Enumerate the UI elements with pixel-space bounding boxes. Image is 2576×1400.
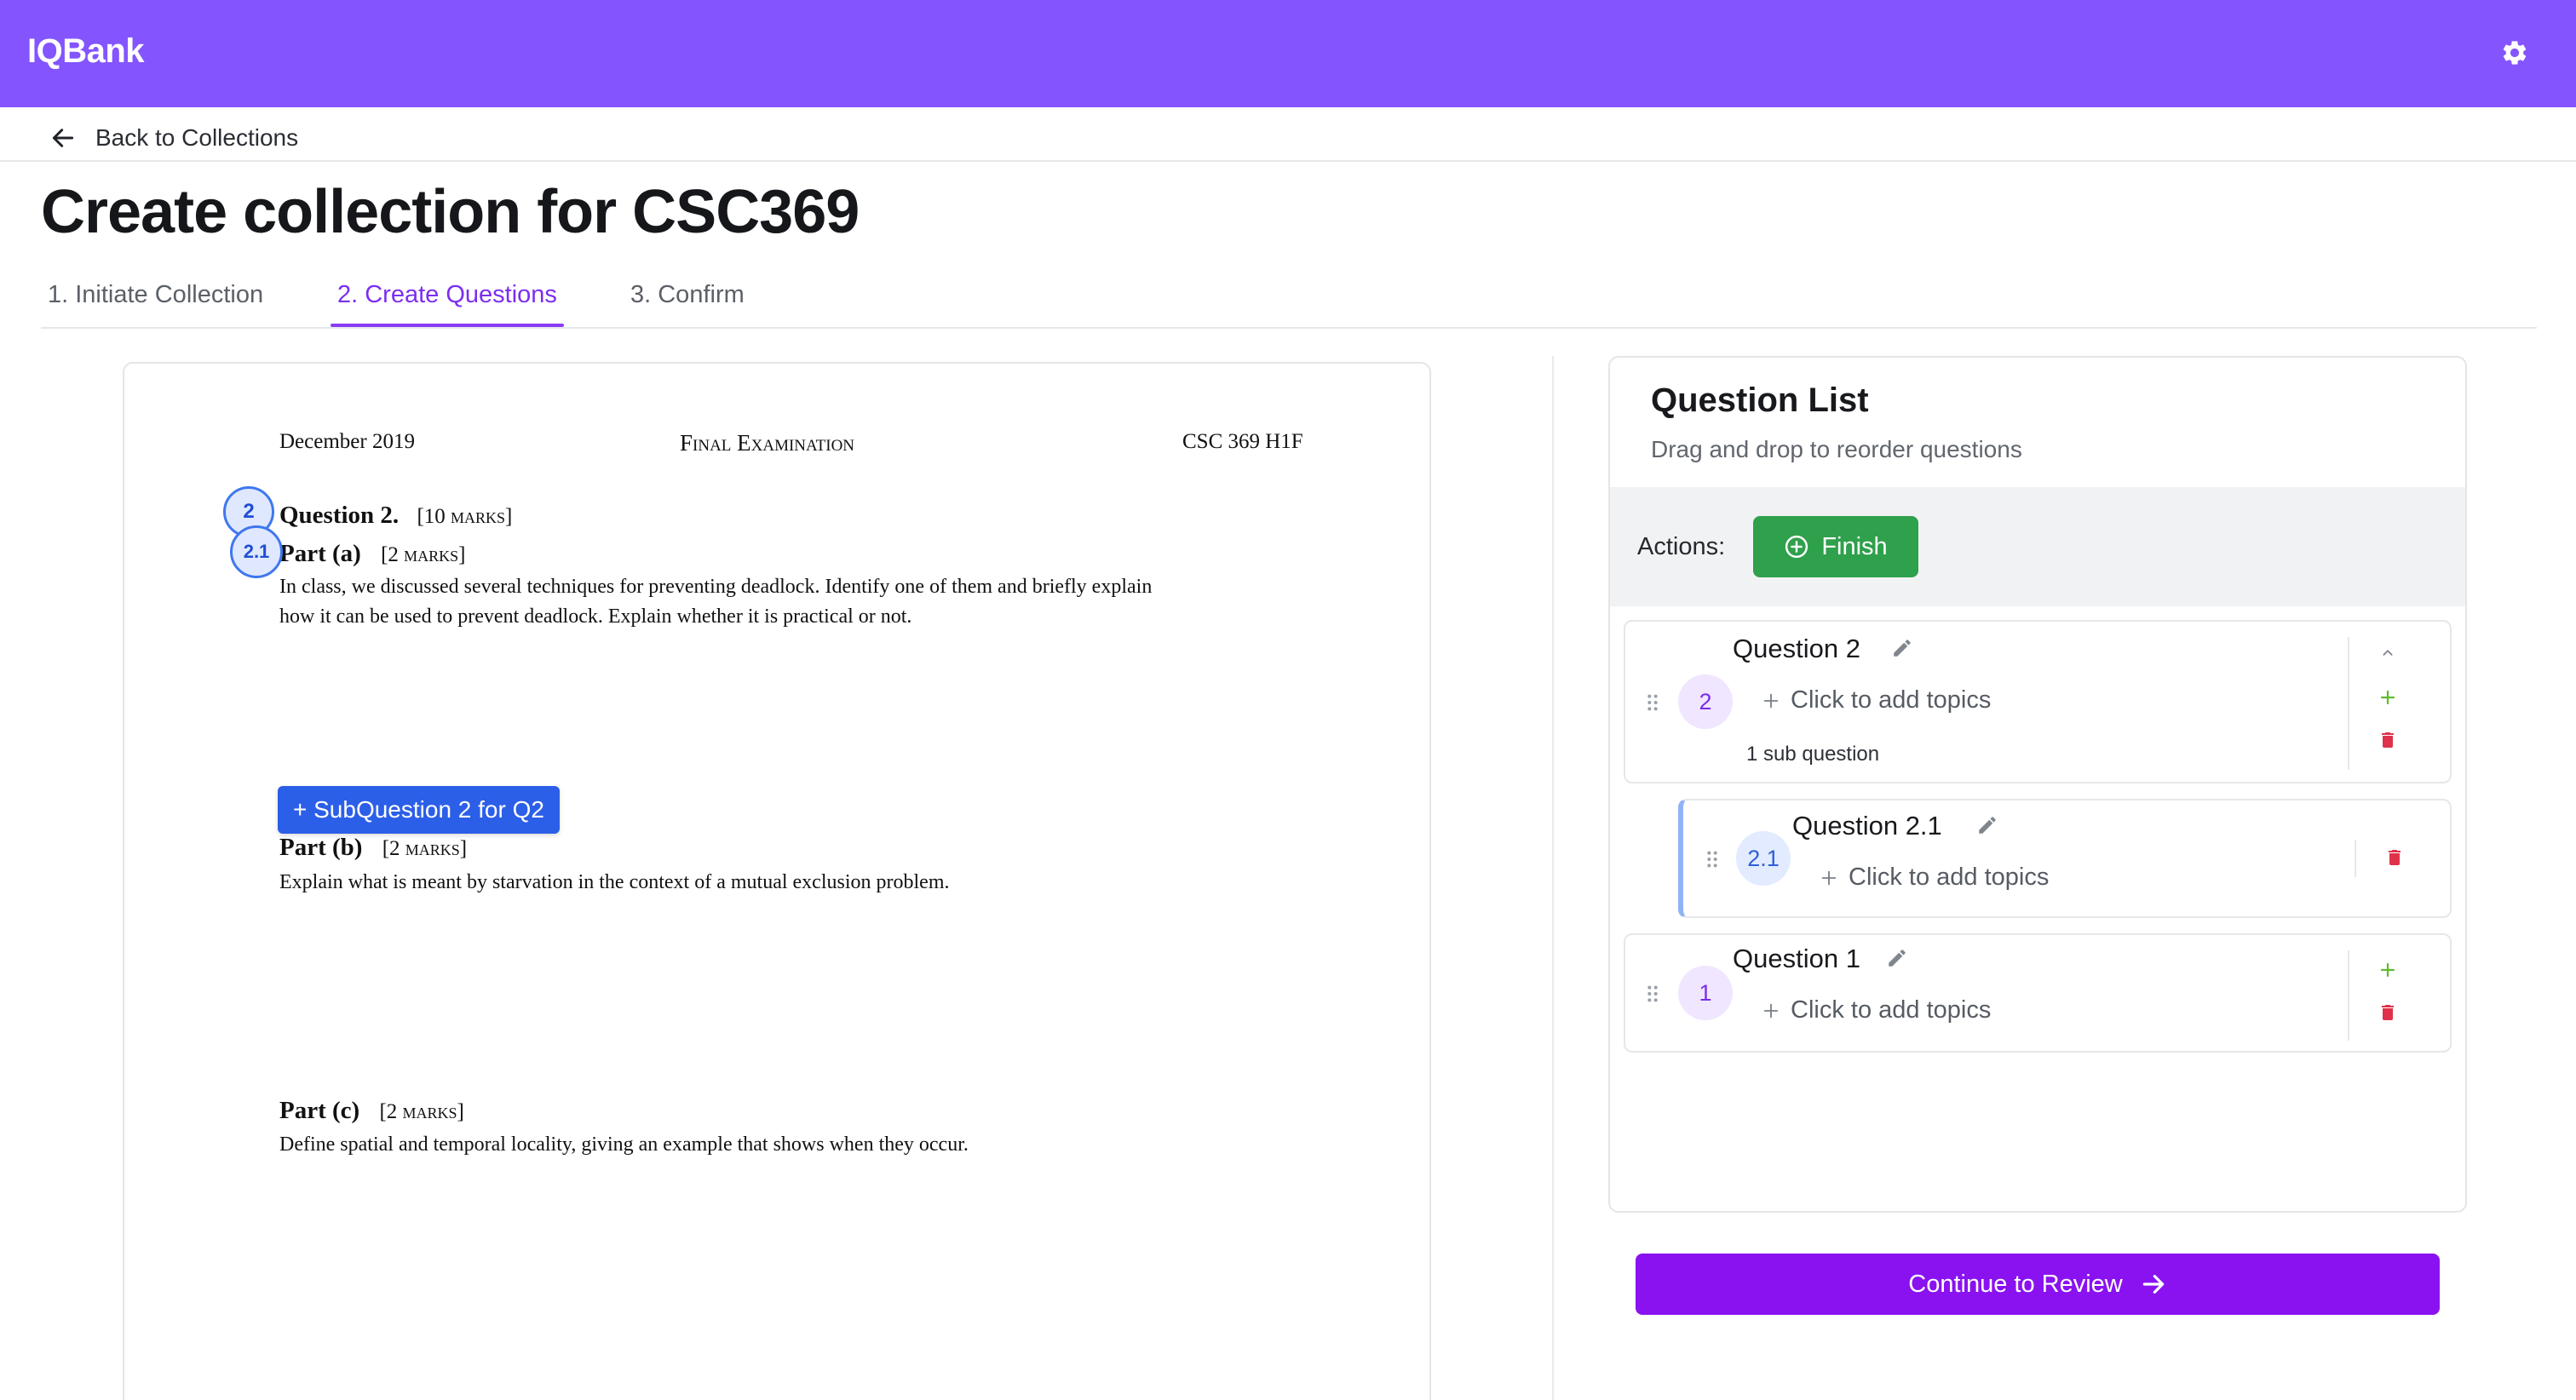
gear-icon (2503, 41, 2527, 65)
pencil-icon[interactable] (1976, 814, 1998, 836)
doc-part-a-text-line-2: how it can be used to prevent deadlock. … (279, 605, 912, 628)
header-divider (0, 160, 2576, 162)
card-divider (2348, 637, 2349, 770)
tabs-divider (41, 327, 2537, 329)
trash-icon (2389, 850, 2401, 865)
add-subquestion-icon-button[interactable] (2375, 685, 2401, 710)
question-list-subtitle: Drag and drop to reorder questions (1651, 436, 2022, 462)
question-card-2-1[interactable]: 2.1 Question 2.1 Click to add topics (1678, 799, 2452, 918)
question-2-1-marker[interactable]: 2.1 (230, 525, 283, 578)
doc-part-c-text: Define spatial and temporal locality, gi… (279, 1133, 969, 1156)
plus-icon (1763, 1003, 1779, 1018)
add-subquestion-icon-button[interactable] (2375, 957, 2401, 983)
doc-question-2-marks: [10 marks] (417, 505, 513, 528)
doc-part-c-heading: Part (c) [2 marks] (279, 1097, 464, 1125)
question-badge: 2.1 (1736, 831, 1791, 886)
delete-question-button[interactable] (2375, 1000, 2401, 1025)
arrow-right-icon (2142, 1275, 2165, 1294)
collapse-button[interactable] (2375, 640, 2401, 666)
plus-circle-icon (1785, 535, 1808, 559)
doc-question-2-title: Question 2. (279, 502, 400, 529)
step-tabs: 1. Initiate Collection 2. Create Questio… (41, 274, 2537, 327)
trash-icon (2382, 1005, 2394, 1020)
doc-part-a-marks: [2 marks] (381, 543, 466, 566)
question-name: Question 2 (1733, 634, 1860, 663)
doc-part-b-text: Explain what is meant by starvation in t… (279, 871, 950, 893)
pencil-icon[interactable] (1891, 637, 1913, 659)
tab-confirm[interactable]: 3. Confirm (630, 274, 745, 327)
question-badge: 1 (1678, 966, 1733, 1020)
add-topics-label: Click to add topics (1791, 686, 1992, 714)
doc-part-a-heading: Part (a) [2 marks] (279, 540, 465, 568)
settings-button[interactable] (2498, 36, 2532, 70)
add-subquestion-button[interactable]: + SubQuestion 2 for Q2 (278, 786, 560, 834)
tab-create-questions[interactable]: 2. Create Questions (331, 274, 564, 327)
continue-to-review-button[interactable]: Continue to Review (1636, 1254, 2440, 1315)
add-topics-button[interactable]: Click to add topics (1762, 996, 1991, 1024)
continue-label: Continue to Review (1908, 1270, 2123, 1298)
finish-label: Finish (1821, 532, 1888, 560)
question-name: Question 1 (1733, 944, 1860, 973)
doc-header-title: Final Examination (680, 430, 855, 456)
question-list-panel: Question List Drag and drop to reorder q… (1608, 356, 2467, 1213)
card-divider (2348, 950, 2349, 1041)
tab-initiate-collection[interactable]: 1. Initiate Collection (48, 274, 263, 327)
pencil-icon[interactable] (1886, 947, 1908, 969)
back-to-collections-link[interactable]: Back to Collections (49, 123, 298, 153)
plus-icon (1821, 870, 1837, 885)
doc-part-c-marks: [2 marks] (379, 1100, 464, 1123)
delete-question-button[interactable] (2375, 727, 2401, 753)
doc-part-c-title: Part (c) (279, 1097, 360, 1124)
plus-icon (2380, 690, 2395, 705)
page-title: Create collection for CSC369 (41, 178, 860, 246)
drag-handle-icon[interactable] (1646, 984, 1659, 1003)
drag-handle-icon[interactable] (1646, 693, 1659, 712)
question-card-1[interactable]: 1 Question 1 Click to add topics (1624, 933, 2452, 1053)
question-name: Question 2.1 (1792, 811, 1942, 841)
doc-part-a-text-line-1: In class, we discussed several technique… (279, 576, 1153, 598)
delete-question-button[interactable] (2382, 845, 2407, 870)
panel-divider (1552, 356, 1554, 1400)
drag-handle-icon[interactable] (1705, 850, 1719, 869)
add-topics-button[interactable]: Click to add topics (1762, 686, 1991, 714)
arrow-left-icon (52, 129, 74, 147)
back-link-label: Back to Collections (95, 124, 299, 151)
question-badge: 2 (1678, 674, 1733, 729)
question-card-2[interactable]: 2 Question 2 Click to add topics 1 sub q… (1624, 620, 2452, 783)
add-topics-button[interactable]: Click to add topics (1820, 864, 2049, 892)
sub-question-count: 1 sub question (1746, 743, 1880, 766)
exam-document-viewer[interactable]: December 2019 Final Examination CSC 369 … (123, 362, 1431, 1400)
card-divider (2355, 840, 2356, 877)
actions-bar: Actions: Finish (1610, 487, 2465, 606)
doc-header-course: CSC 369 H1F (1182, 430, 1303, 453)
doc-part-b-marks: [2 marks] (382, 837, 468, 860)
add-topics-label: Click to add topics (1791, 996, 1992, 1024)
plus-icon (2380, 962, 2395, 978)
doc-question-2-heading: Question 2. [10 marks] (279, 502, 512, 530)
doc-part-b-title: Part (b) (279, 834, 363, 861)
actions-label: Actions: (1637, 533, 1726, 560)
brand-logo[interactable]: IQBank (27, 32, 145, 71)
question-list-title: Question List (1651, 382, 1869, 419)
trash-icon (2382, 732, 2394, 748)
finish-button[interactable]: Finish (1753, 516, 1918, 577)
doc-part-b-heading: Part (b) [2 marks] (279, 834, 467, 862)
top-bar: IQBank (0, 0, 2576, 107)
chevron-up-icon (2383, 650, 2393, 656)
plus-icon (1763, 693, 1779, 708)
doc-part-a-title: Part (a) (279, 540, 361, 567)
doc-header-date: December 2019 (279, 430, 415, 453)
add-topics-label: Click to add topics (1849, 864, 2050, 891)
